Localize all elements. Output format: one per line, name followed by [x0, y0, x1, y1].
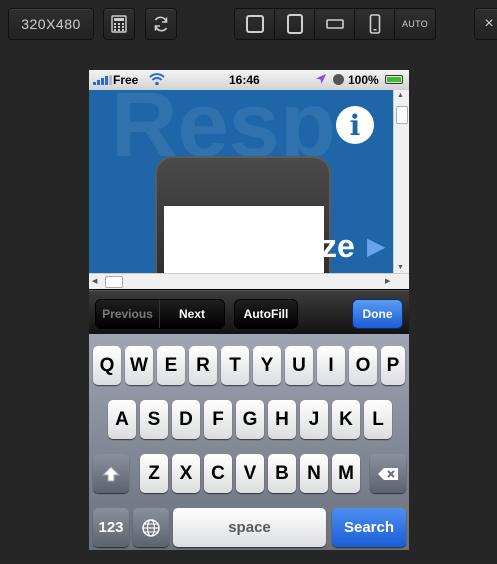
form-accessory-bar: Previous Next AutoFill Done	[89, 290, 409, 334]
phone-illustration	[155, 156, 331, 273]
vertical-scrollbar[interactable]: ▲ ▼	[393, 90, 409, 273]
scroll-down-arrow-icon[interactable]: ▼	[397, 264, 404, 271]
close-button[interactable]: ×	[474, 8, 497, 40]
refresh-icon	[154, 16, 168, 32]
key-d[interactable]: D	[172, 400, 200, 439]
key-a[interactable]: A	[108, 400, 136, 439]
web-content[interactable]: Resp i ‹ ze ▶	[89, 90, 393, 273]
tablet-icon	[286, 14, 303, 34]
wifi-icon	[149, 73, 165, 86]
key-h[interactable]: H	[268, 400, 296, 439]
landscape-phone-icon	[325, 19, 344, 29]
calculator-icon	[111, 15, 127, 33]
key-y[interactable]: Y	[253, 346, 281, 385]
key-k[interactable]: K	[332, 400, 360, 439]
key-x[interactable]: X	[172, 454, 200, 493]
key-r[interactable]: R	[189, 346, 217, 385]
auto-button[interactable]: AUTO	[395, 9, 435, 39]
slide-prev-arrow[interactable]: ‹	[233, 232, 242, 263]
vertical-scroll-thumb[interactable]	[396, 106, 408, 124]
info-button[interactable]: i	[336, 106, 374, 144]
key-s[interactable]: S	[140, 400, 168, 439]
key-u[interactable]: U	[285, 346, 313, 385]
key-e[interactable]: E	[157, 346, 185, 385]
key-i[interactable]: I	[317, 346, 345, 385]
numbers-key[interactable]: 123	[93, 508, 129, 547]
scroll-up-arrow-icon[interactable]: ▲	[397, 92, 404, 99]
top-toolbar: 320X480 AUTO ×	[0, 0, 497, 50]
key-n[interactable]: N	[300, 454, 328, 493]
device-mode-group: AUTO	[234, 8, 436, 40]
status-time: 16:46	[229, 73, 260, 87]
alarm-clock-icon	[333, 74, 344, 85]
globe-key[interactable]	[133, 508, 169, 547]
autofill-button[interactable]: AutoFill	[234, 299, 298, 329]
calculator-button[interactable]	[103, 8, 135, 40]
refresh-button[interactable]	[145, 8, 177, 40]
device-preview: Free 16:46 100% Resp i ‹ ze ▶ ▲ ▼ ◀ ▶ Pr…	[89, 70, 409, 550]
key-p[interactable]: P	[381, 346, 405, 385]
key-t[interactable]: T	[221, 346, 249, 385]
screen-size-button[interactable]: 320X480	[8, 8, 94, 40]
next-button[interactable]: Next	[160, 300, 224, 328]
horizontal-scrollbar[interactable]: ◀ ▶	[89, 273, 409, 289]
battery-icon	[385, 75, 403, 84]
headline-text: ze	[321, 228, 355, 264]
key-l[interactable]: L	[364, 400, 392, 439]
scroll-right-arrow-icon[interactable]: ▶	[385, 277, 390, 285]
slide-next-arrow[interactable]: ▶	[367, 232, 385, 261]
key-g[interactable]: G	[236, 400, 264, 439]
status-bar: Free 16:46 100%	[89, 70, 409, 90]
scroll-left-arrow-icon[interactable]: ◀	[92, 277, 97, 285]
done-button[interactable]: Done	[352, 299, 403, 329]
tablet-button[interactable]	[275, 9, 315, 39]
portrait-phone-icon	[369, 14, 380, 34]
prev-next-segment: Previous Next	[95, 299, 225, 329]
square-frame-icon	[245, 15, 264, 33]
backspace-icon	[378, 467, 398, 480]
key-z[interactable]: Z	[140, 454, 168, 493]
key-c[interactable]: C	[204, 454, 232, 493]
location-arrow-icon	[316, 74, 326, 84]
landscape-phone-button[interactable]	[315, 9, 355, 39]
portrait-phone-button[interactable]	[355, 9, 395, 39]
globe-icon	[142, 518, 160, 537]
carrier-label: Free	[113, 73, 139, 87]
shift-key[interactable]	[93, 454, 129, 493]
phone-illustration-screen	[164, 206, 324, 273]
space-key[interactable]: space	[173, 508, 326, 547]
key-o[interactable]: O	[349, 346, 377, 385]
search-key[interactable]: Search	[332, 508, 406, 547]
key-b[interactable]: B	[268, 454, 296, 493]
signal-icon	[93, 75, 112, 85]
backspace-key[interactable]	[370, 454, 406, 493]
onscreen-keyboard: Q W E R T Y U I O P A S D F G H J K L Z …	[89, 334, 409, 550]
previous-button[interactable]: Previous	[96, 300, 160, 328]
key-q[interactable]: Q	[93, 346, 121, 385]
square-frame-button[interactable]	[235, 9, 275, 39]
horizontal-scroll-thumb[interactable]	[105, 276, 123, 288]
battery-percent: 100%	[348, 73, 379, 87]
key-j[interactable]: J	[300, 400, 328, 439]
shift-arrow-icon	[102, 465, 120, 481]
key-m[interactable]: M	[332, 454, 360, 493]
key-w[interactable]: W	[125, 346, 153, 385]
key-f[interactable]: F	[204, 400, 232, 439]
key-v[interactable]: V	[236, 454, 264, 493]
